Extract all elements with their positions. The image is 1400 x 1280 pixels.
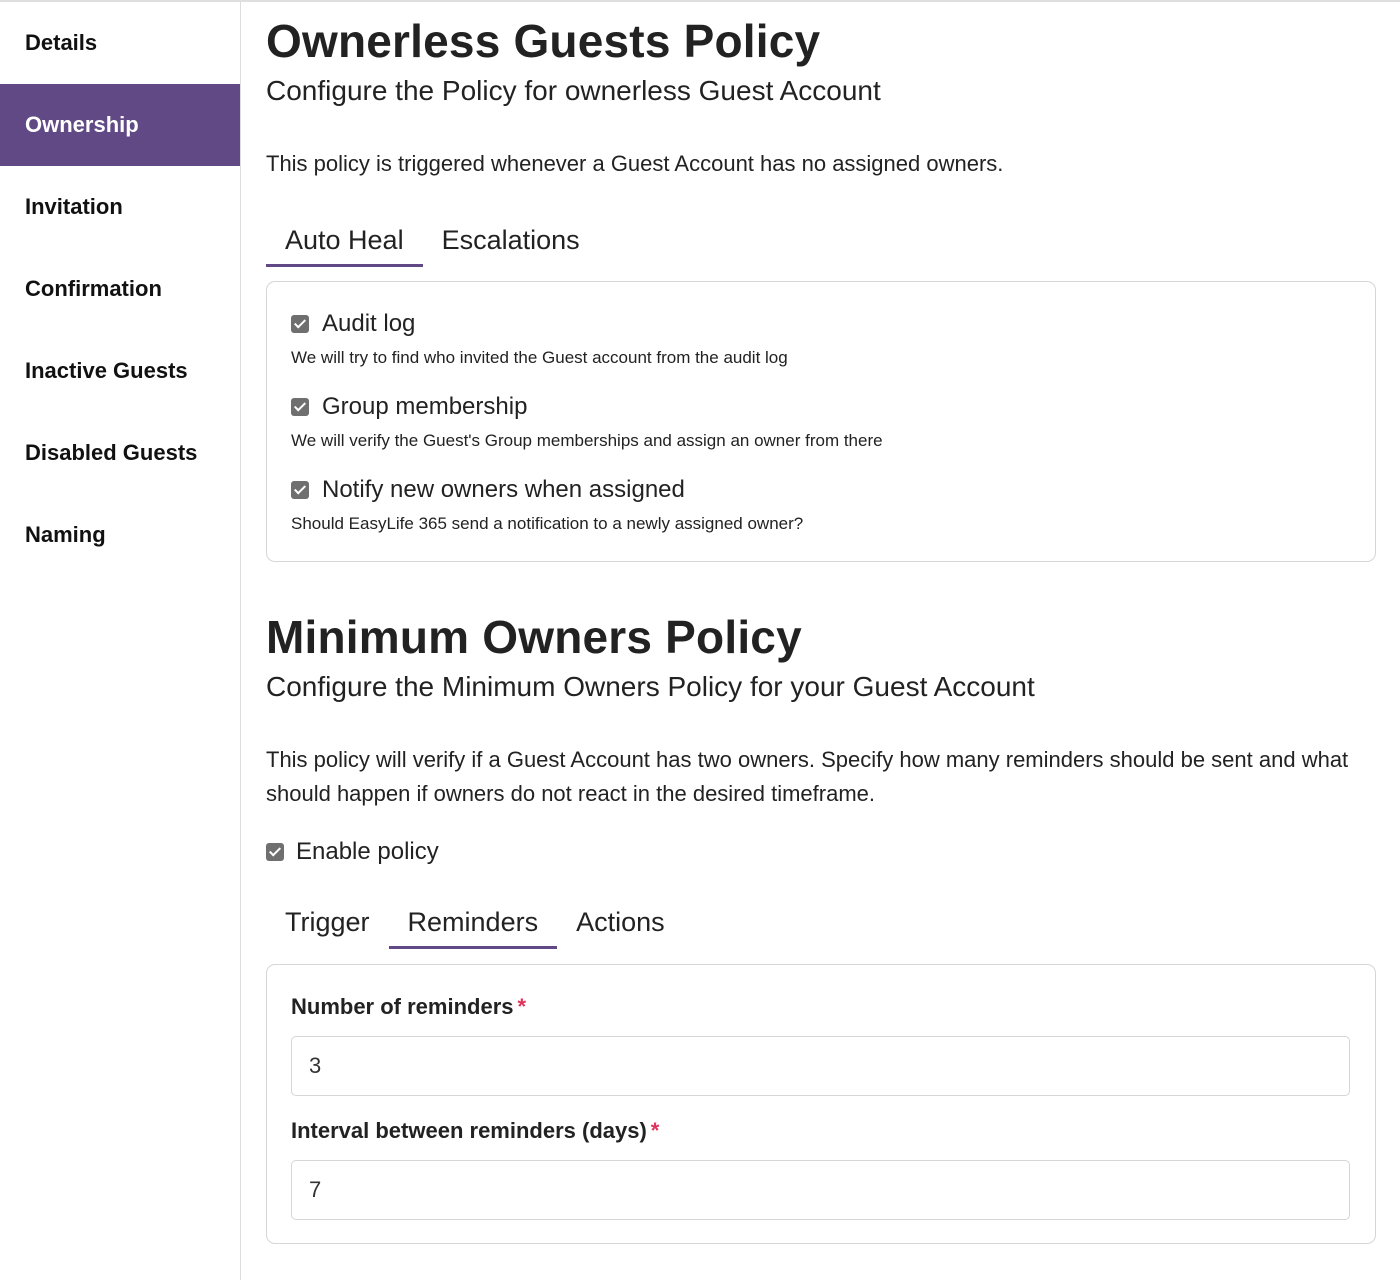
notify-owners-checkbox[interactable] (291, 481, 309, 499)
tab-auto-heal[interactable]: Auto Heal (266, 215, 423, 267)
sidebar-item-disabled-guests[interactable]: Disabled Guests (0, 412, 240, 494)
group-membership-label[interactable]: Group membership (322, 393, 527, 421)
ownerless-tabs: Auto Heal Escalations (266, 215, 599, 267)
minimum-owners-subtitle: Configure the Minimum Owners Policy for … (266, 671, 1035, 702)
interval-input[interactable]: 7 (291, 1160, 1350, 1220)
audit-log-option: Audit log (291, 310, 415, 338)
sidebar-item-invitation[interactable]: Invitation (0, 166, 240, 248)
audit-log-label[interactable]: Audit log (322, 310, 415, 338)
sidebar-item-ownership[interactable]: Ownership (0, 84, 240, 166)
sidebar-item-confirmation[interactable]: Confirmation (0, 248, 240, 330)
number-of-reminders-input[interactable]: 3 (291, 1036, 1350, 1096)
enable-policy-checkbox[interactable] (266, 843, 284, 861)
audit-log-hint: We will try to find who invited the Gues… (291, 348, 788, 367)
minimum-owners-title: Minimum Owners Policy (266, 611, 802, 663)
sidebar-item-inactive-guests[interactable]: Inactive Guests (0, 330, 240, 412)
tab-trigger[interactable]: Trigger (266, 897, 389, 949)
required-mark: * (650, 1118, 660, 1143)
sidebar-item-naming[interactable]: Naming (0, 494, 240, 576)
notify-owners-option: Notify new owners when assigned (291, 476, 685, 504)
number-of-reminders-label-text: Number of reminders (291, 994, 514, 1019)
notify-owners-label[interactable]: Notify new owners when assigned (322, 476, 685, 504)
minimum-owners-tabs: Trigger Reminders Actions (266, 897, 684, 949)
group-membership-checkbox[interactable] (291, 398, 309, 416)
ownerless-policy-subtitle: Configure the Policy for ownerless Guest… (266, 75, 881, 106)
minimum-owners-description: This policy will verify if a Guest Accou… (266, 747, 1349, 806)
group-membership-option: Group membership (291, 393, 527, 421)
required-mark: * (517, 994, 527, 1019)
sidebar-nav: Details Ownership Invitation Confirmatio… (0, 2, 240, 1280)
enable-policy-option: Enable policy (266, 838, 439, 866)
interval-label: Interval between reminders (days) * (291, 1118, 659, 1144)
sidebar-divider (240, 2, 241, 1280)
auto-heal-panel: Audit log We will try to find who invite… (266, 281, 1376, 562)
interval-label-text: Interval between reminders (days) (291, 1118, 647, 1143)
tab-escalations[interactable]: Escalations (423, 215, 599, 267)
ownerless-policy-title: Ownerless Guests Policy (266, 15, 821, 67)
audit-log-checkbox[interactable] (291, 315, 309, 333)
ownerless-policy-description: This policy is triggered whenever a Gues… (266, 151, 1004, 176)
enable-policy-label[interactable]: Enable policy (296, 838, 439, 866)
reminders-panel: Number of reminders * 3 Interval between … (266, 964, 1376, 1244)
tab-actions[interactable]: Actions (557, 897, 684, 949)
number-of-reminders-label: Number of reminders * (291, 994, 526, 1020)
tab-reminders[interactable]: Reminders (388, 897, 558, 949)
notify-owners-hint: Should EasyLife 365 send a notification … (291, 514, 804, 533)
sidebar-item-details[interactable]: Details (0, 2, 240, 84)
group-membership-hint: We will verify the Guest's Group members… (291, 431, 883, 450)
